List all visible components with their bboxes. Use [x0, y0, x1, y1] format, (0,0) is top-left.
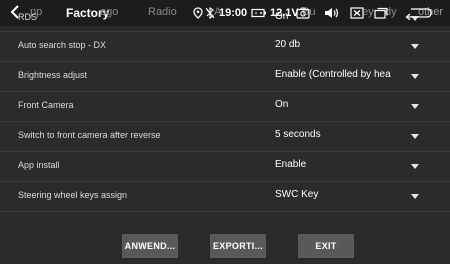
setting-row-front-camera[interactable]: Front Camera On: [0, 92, 450, 122]
setting-value: SWC Key: [275, 189, 319, 200]
dropdown-arrow-icon[interactable]: [411, 104, 419, 110]
setting-row-brightness-adjust[interactable]: Brightness adjust Enable (Controlled by …: [0, 62, 450, 92]
setting-row-switch-front-camera[interactable]: Switch to front camera after reverse 5 s…: [0, 122, 450, 152]
export-button[interactable]: EXPORTI...: [210, 234, 266, 258]
dropdown-arrow-icon[interactable]: [411, 74, 419, 80]
setting-value: Enable: [275, 159, 307, 170]
dropdown-arrow-icon[interactable]: [411, 44, 419, 50]
dropdown-arrow-icon[interactable]: [411, 134, 419, 140]
setting-row-app-install[interactable]: App install Enable: [0, 152, 450, 182]
setting-label: App install: [18, 160, 60, 170]
setting-row-auto-search-stop[interactable]: Auto search stop - DX 20 db: [0, 32, 450, 62]
setting-label: Brightness adjust: [18, 70, 88, 80]
apply-button[interactable]: ANWEND...: [122, 234, 178, 258]
setting-value: 20 db: [275, 39, 301, 50]
setting-row-rds[interactable]: RDS On: [0, 11, 450, 32]
setting-value: On: [275, 11, 289, 22]
setting-label: RDS: [18, 12, 38, 22]
setting-value: Enable (Controlled by hea: [275, 69, 391, 80]
exit-button[interactable]: EXIT: [298, 234, 354, 258]
setting-label: Auto search stop - DX: [18, 40, 107, 50]
dropdown-arrow-icon[interactable]: [411, 164, 419, 170]
setting-label: Switch to front camera after reverse: [18, 130, 161, 140]
footer-bar: ANWEND... EXPORTI... EXIT: [0, 230, 450, 264]
setting-label: Steering wheel keys assign: [18, 190, 128, 200]
setting-label: Front Camera: [18, 100, 74, 110]
setting-value: 5 seconds: [275, 129, 321, 140]
setting-value: On: [275, 99, 289, 110]
dropdown-arrow-icon[interactable]: [411, 16, 419, 22]
dropdown-arrow-icon[interactable]: [411, 194, 419, 200]
setting-row-steering-wheel-keys[interactable]: Steering wheel keys assign SWC Key: [0, 182, 450, 212]
settings-list: RDS On Auto search stop - DX 20 db Brigh…: [0, 11, 450, 212]
